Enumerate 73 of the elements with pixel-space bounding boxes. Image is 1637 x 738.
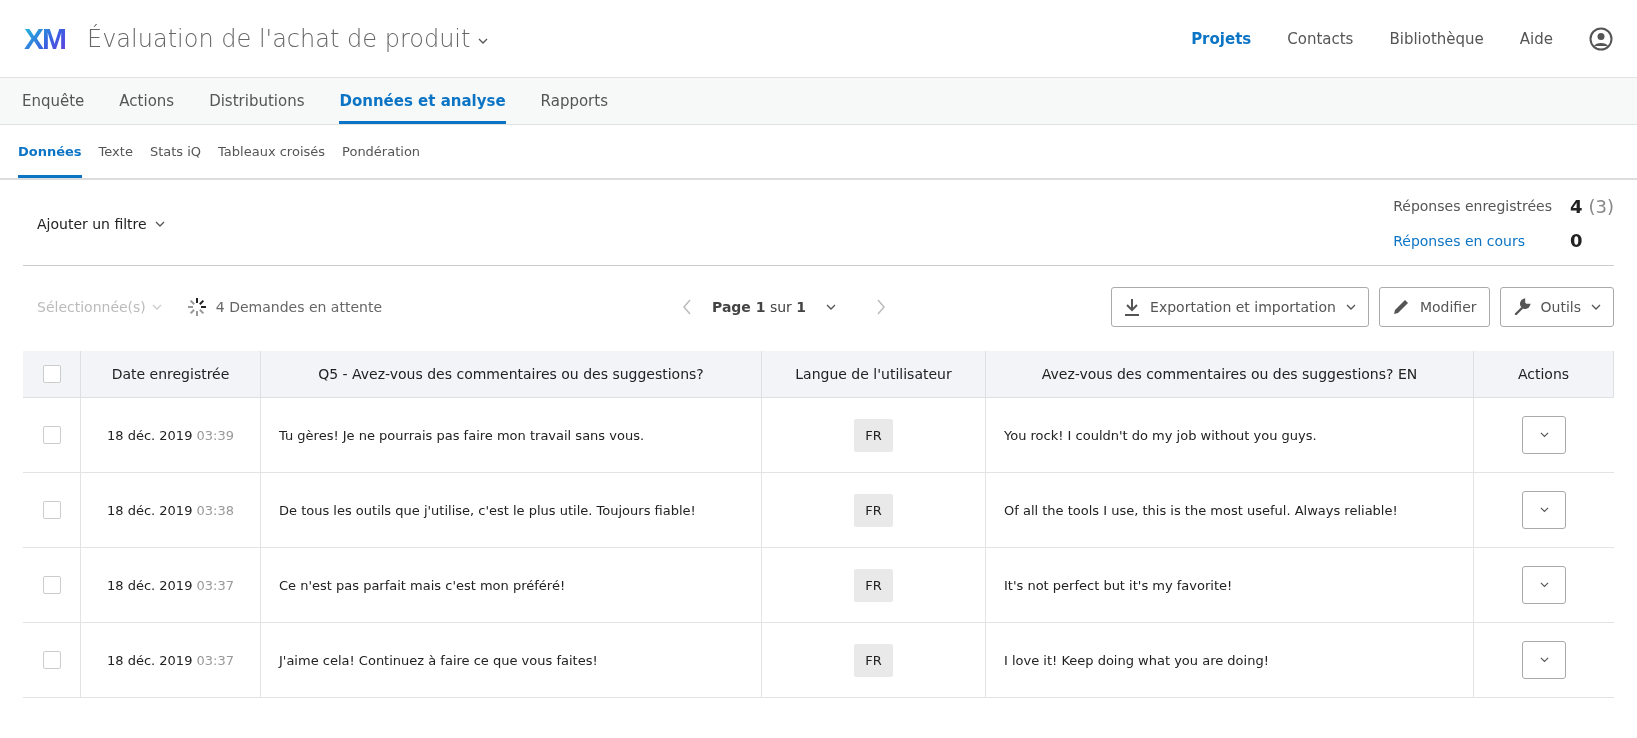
in-progress-link[interactable]: Réponses en cours — [1393, 232, 1552, 249]
caret-icon — [1539, 507, 1549, 513]
chevron-right-icon[interactable] — [876, 299, 887, 315]
download-button[interactable]: Exportation et importation — [1111, 287, 1369, 327]
date-text: 18 déc. 2019 03:37 — [107, 577, 234, 593]
select-all-checkbox[interactable] — [42, 365, 61, 383]
actions-dropdown-button[interactable] — [1522, 491, 1566, 529]
actions-dropdown-button[interactable] — [1522, 566, 1566, 604]
subtab[interactable]: Texte — [98, 125, 133, 178]
row-checkbox[interactable] — [42, 501, 61, 519]
recorded-responses-label: Réponses enregistrées — [1393, 198, 1552, 215]
caret-icon — [154, 220, 165, 227]
subtab[interactable]: Stats iQ — [149, 125, 202, 178]
nav-link[interactable]: Contacts — [1287, 29, 1354, 48]
subtab[interactable]: Données — [18, 125, 82, 178]
edit-button[interactable]: Modifier — [1378, 287, 1490, 327]
download-icon — [1124, 298, 1141, 316]
project-title[interactable]: Évaluation de l'achat de produit — [87, 24, 471, 53]
row-checkbox[interactable] — [42, 426, 61, 444]
date-text: 18 déc. 2019 03:38 — [107, 502, 234, 518]
column-header: Date enregistrée — [81, 351, 261, 398]
caret-icon — [151, 304, 162, 310]
translation-text: Of all the tools I use, this is the most useful. Always reliable! — [1004, 502, 1398, 518]
translation-text: You rock! I couldn't do my job without you guys. — [1004, 427, 1317, 443]
tab[interactable]: Rapports — [540, 78, 608, 124]
translation-text: It's not perfect but it's my favorite! — [1004, 577, 1233, 593]
caret-icon — [1539, 657, 1549, 663]
actions-dropdown-button[interactable] — [1522, 641, 1566, 679]
tab[interactable]: Distributions — [209, 78, 305, 124]
row-checkbox[interactable] — [42, 576, 61, 594]
nav-link[interactable]: Aide — [1519, 29, 1553, 48]
language-tag: FR — [854, 493, 893, 527]
language-tag: FR — [854, 568, 893, 602]
caret-icon — [826, 304, 837, 310]
language-tag: FR — [854, 418, 893, 452]
column-header: Langue de l'utilisateur — [762, 351, 986, 398]
response-text: Tu gères! Je ne pourrais pas faire mon travail sans vous. — [279, 427, 645, 443]
caret-icon — [1539, 432, 1549, 438]
recorded-count: 4 — [1569, 195, 1583, 217]
page-indicator[interactable]: Page 1 sur 1 — [712, 299, 807, 315]
chevron-left-icon[interactable] — [682, 299, 692, 315]
row-checkbox[interactable] — [42, 651, 61, 669]
date-text: 18 déc. 2019 03:37 — [107, 652, 234, 668]
nav-link[interactable]: Bibliothèque — [1389, 29, 1484, 48]
in-progress-count: 0 — [1569, 230, 1584, 252]
spinner-icon — [185, 296, 208, 318]
caret-icon — [1345, 304, 1356, 310]
actions-dropdown-button[interactable] — [1522, 416, 1566, 454]
caret-icon — [478, 38, 489, 44]
tools-button[interactable]: Outils — [1499, 287, 1614, 327]
recorded-extra-count: (3) — [1588, 195, 1614, 217]
translation-text: I love it! Keep doing what you are doing! — [1004, 652, 1269, 668]
user-avatar-icon[interactable] — [1589, 26, 1613, 51]
column-header: Q5 - Avez-vous des commentaires ou des suggestions? — [261, 351, 762, 398]
pencil-icon — [1391, 298, 1410, 316]
tab[interactable]: Données et analyse — [339, 78, 506, 124]
nav-link[interactable]: Projets — [1191, 29, 1252, 48]
tab[interactable]: Enquête — [22, 78, 85, 124]
add-filter-button[interactable]: Ajouter un filtre — [37, 215, 165, 232]
wrench-icon — [1512, 298, 1531, 316]
caret-icon — [1591, 304, 1601, 310]
response-text: J'aime cela! Continuez à faire ce que vous faites! — [279, 652, 598, 668]
column-header: Avez-vous des commentaires ou des suggestions? EN — [986, 351, 1474, 398]
date-text: 18 déc. 2019 03:39 — [107, 427, 234, 443]
column-header: Actions — [1474, 351, 1614, 398]
language-tag: FR — [854, 643, 893, 677]
tab[interactable]: Actions — [119, 78, 175, 124]
subtab[interactable]: Pondération — [342, 125, 421, 178]
pending-requests-text: 4 Demandes en attente — [215, 299, 382, 315]
subtab[interactable]: Tableaux croisés — [218, 125, 326, 178]
response-text: De tous les outils que j'utilise, c'est le plus utile. Toujours fiable! — [279, 502, 696, 518]
response-text: Ce n'est pas parfait mais c'est mon préféré! — [279, 577, 566, 593]
caret-icon — [1539, 582, 1549, 588]
